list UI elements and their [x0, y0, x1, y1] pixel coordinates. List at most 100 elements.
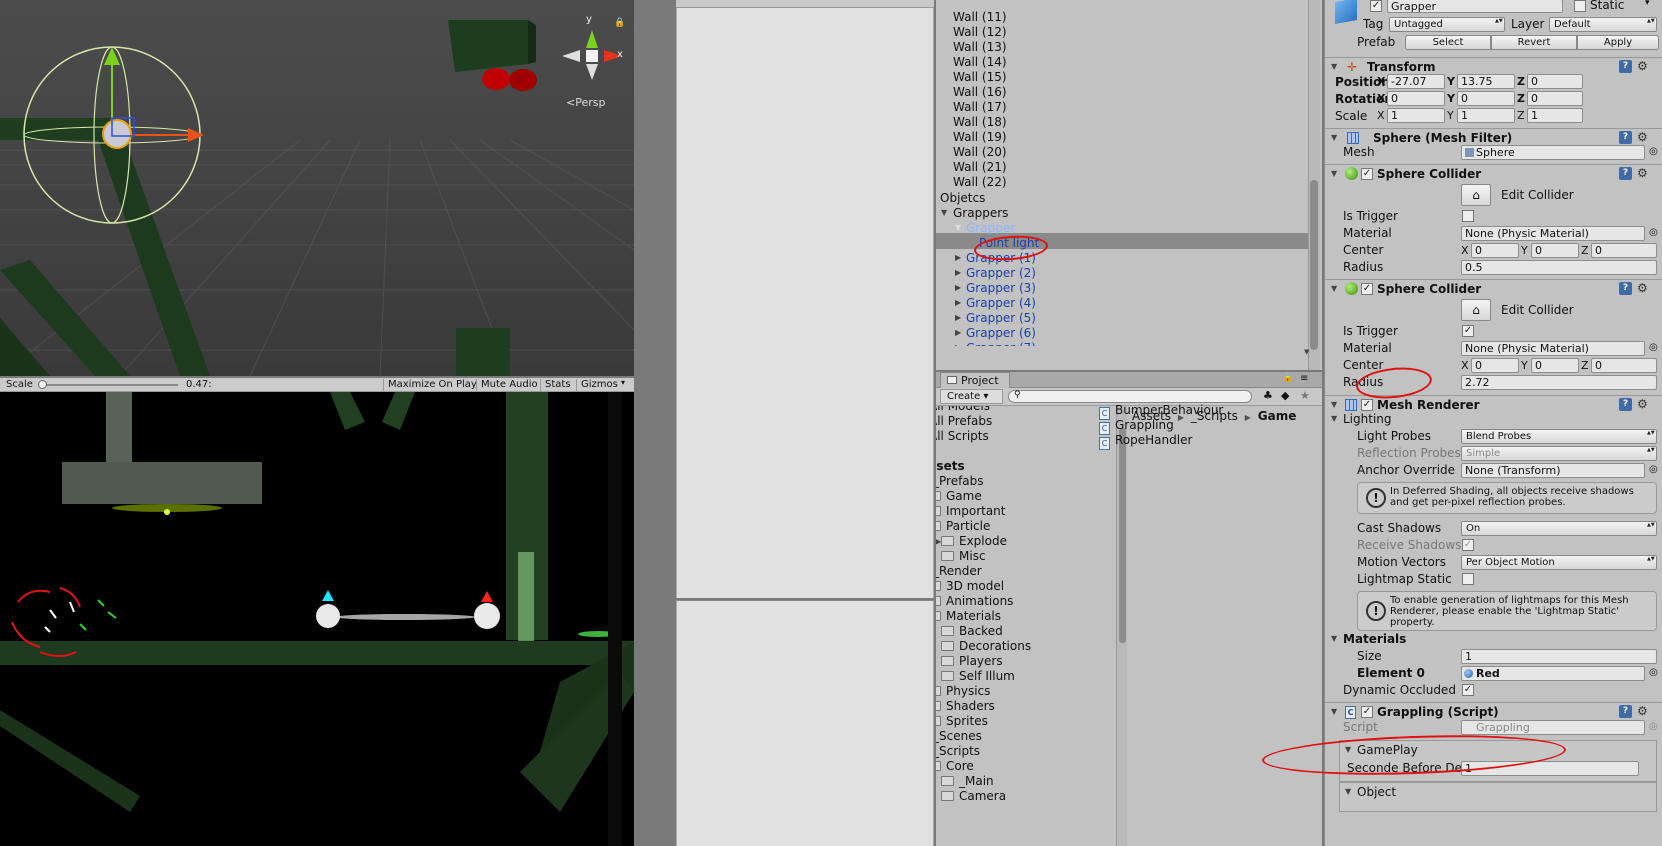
lock-icon[interactable]: 🔒 — [1282, 373, 1293, 383]
project-folder-item[interactable]: Backed — [941, 623, 1003, 639]
hierarchy-scroll-thumb[interactable] — [1310, 180, 1318, 350]
foldout-arrow-icon[interactable]: ▶ — [955, 340, 961, 346]
foldout-arrow-icon[interactable]: ▶ — [955, 265, 961, 281]
inspector-transform-pos-x-field[interactable]: -27.07 — [1387, 74, 1445, 89]
breadcrumb-game[interactable]: Game — [1258, 409, 1297, 423]
project-folder-item[interactable]: _Main — [941, 773, 994, 789]
cast-shadows-dropdown[interactable]: On — [1461, 521, 1657, 536]
inspector-transform-rot-y-field[interactable]: 0 — [1457, 91, 1515, 106]
project-folder-item[interactable]: Self Illum — [941, 668, 1015, 684]
project-scroll-thumb[interactable] — [1119, 428, 1126, 643]
layer-dropdown[interactable]: Default — [1549, 17, 1657, 32]
gear-icon[interactable]: ⚙ — [1637, 131, 1648, 144]
project-folder-item[interactable]: 3D model — [936, 578, 1004, 594]
object-foldout-icon[interactable]: ▼ — [1345, 787, 1351, 796]
collider-2-enabled-checkbox[interactable]: ✓ — [1361, 283, 1373, 295]
project-folder-item[interactable]: Game — [936, 488, 982, 504]
foldout-arrow-icon[interactable]: ▶ — [955, 325, 961, 341]
project-folder-item[interactable]: Physics — [936, 683, 990, 699]
hierarchy-item[interactable]: Wall (20) — [953, 144, 1007, 160]
hierarchy-item[interactable]: Wall (17) — [953, 99, 1007, 115]
inspector-transform-rot-z-field[interactable]: 0 — [1527, 91, 1583, 106]
project-folder-item[interactable]: Explode — [941, 533, 1007, 549]
gizmos-button[interactable]: Gizmos — [576, 379, 622, 393]
is-trigger-2-checkbox[interactable]: ✓ — [1462, 325, 1474, 337]
hierarchy-item[interactable]: Wall (18) — [953, 114, 1007, 130]
foldout-arrow-icon[interactable]: ▼ — [955, 220, 961, 236]
hierarchy-item-grapper[interactable]: Grapper (5) — [966, 310, 1036, 326]
object-picker-icon[interactable]: ◎ — [1649, 342, 1658, 353]
receive-shadows-checkbox[interactable]: ✓ — [1462, 539, 1474, 551]
inspector-transform-pos-z-field[interactable]: 0 — [1527, 74, 1583, 89]
project-folder-item[interactable]: Important — [936, 503, 1006, 519]
foldout-arrow-icon[interactable]: ▶ — [955, 250, 961, 266]
transform-header[interactable]: ▼ ✛ Transform ? ⚙ — [1325, 57, 1662, 75]
project-folder-item[interactable]: _Prefabs — [936, 473, 984, 489]
project-folder-item[interactable]: Animations — [936, 593, 1013, 609]
object-name-field[interactable]: Grapper — [1387, 0, 1563, 13]
inspector-collider1-center-x-field[interactable]: 0 — [1471, 243, 1519, 258]
radius-2-field[interactable]: 2.72 — [1461, 375, 1657, 390]
object-picker-icon[interactable]: ◎ — [1649, 464, 1658, 475]
collider-1-enabled-checkbox[interactable]: ✓ — [1361, 168, 1373, 180]
hierarchy-item[interactable]: Wall (14) — [953, 54, 1007, 70]
hierarchy-item[interactable]: Wall (13) — [953, 39, 1007, 55]
materials-foldout-icon[interactable]: ▼ — [1331, 634, 1337, 643]
assets-folder[interactable]: Assets — [936, 458, 965, 474]
favorite-star-icon[interactable]: ★ — [1300, 389, 1310, 402]
prefab-revert-button[interactable]: Revert — [1491, 35, 1577, 50]
material-1-field[interactable]: None (Physic Material) — [1461, 226, 1645, 241]
hierarchy-item[interactable]: Wall (19) — [953, 129, 1007, 145]
project-folder-item[interactable]: Particle — [936, 518, 990, 534]
mesh-field[interactable]: Sphere — [1461, 145, 1645, 160]
foldout-arrow-icon[interactable]: ▶ — [955, 295, 961, 311]
project-folder-item[interactable]: Camera — [941, 788, 1006, 804]
inspector-collider2-center-z-field[interactable]: 0 — [1591, 358, 1657, 373]
tag-dropdown[interactable]: Untagged — [1389, 17, 1505, 32]
hierarchy-item[interactable]: Wall (11) — [953, 9, 1007, 25]
reflection-probes-dropdown[interactable]: Simple — [1461, 446, 1657, 461]
inspector-transform-scl-x-field[interactable]: 1 — [1387, 108, 1445, 123]
project-folder-item[interactable]: _Scenes — [936, 728, 982, 744]
grappling-script-header[interactable]: ▼ C ✓ Grappling (Script) ? ⚙ — [1325, 702, 1662, 720]
filter-by-label-icon[interactable]: ◆ — [1281, 389, 1289, 402]
lighting-foldout-icon[interactable]: ▼ — [1331, 414, 1337, 423]
motion-vectors-dropdown[interactable]: Per Object Motion — [1461, 555, 1657, 570]
script-file-item[interactable]: C BumperBehaviour — [1099, 402, 1223, 420]
inspector-collider1-center-z-field[interactable]: 0 — [1591, 243, 1657, 258]
help-icon[interactable]: ? — [1619, 398, 1632, 411]
light-probes-dropdown[interactable]: Blend Probes — [1461, 429, 1657, 444]
project-folder-item[interactable]: Materials — [936, 608, 1001, 624]
gear-icon[interactable]: ⚙ — [1637, 705, 1648, 718]
inspector-transform-rot-x-field[interactable]: 0 — [1387, 91, 1445, 106]
game-view[interactable] — [0, 392, 634, 846]
prefab-apply-button[interactable]: Apply — [1577, 35, 1659, 50]
object-picker-icon[interactable]: ◎ — [1649, 146, 1658, 157]
static-checkbox[interactable] — [1574, 0, 1586, 12]
radius-1-field[interactable]: 0.5 — [1461, 260, 1657, 275]
foldout-arrow-icon[interactable]: ▼ — [1331, 396, 1337, 414]
element-0-field[interactable]: Red — [1461, 666, 1645, 681]
hierarchy-scroll-down-icon[interactable]: ▼ — [1304, 348, 1309, 356]
help-icon[interactable]: ? — [1619, 282, 1632, 295]
object-picker-icon[interactable]: ◎ — [1649, 667, 1658, 678]
foldout-arrow-icon[interactable]: ▼ — [1331, 280, 1337, 298]
inspector-transform-scl-y-field[interactable]: 1 — [1457, 108, 1515, 123]
mute-audio-button[interactable]: Mute Audio — [476, 379, 542, 393]
hierarchy-item-grapper[interactable]: Grapper (2) — [966, 265, 1036, 281]
foldout-arrow-icon[interactable]: ▶ — [955, 280, 961, 296]
favorite-item[interactable]: All Scripts — [936, 428, 989, 444]
hierarchy-item-grapper-selected[interactable]: Grapper — [966, 220, 1015, 236]
lightmap-static-checkbox[interactable] — [1462, 573, 1474, 585]
edit-collider-2-button[interactable]: ⌂ — [1461, 299, 1491, 321]
maximize-on-play-button[interactable]: Maximize On Play — [383, 379, 481, 393]
edit-collider-1-button[interactable]: ⌂ — [1461, 184, 1491, 206]
is-trigger-1-checkbox[interactable] — [1462, 210, 1474, 222]
mesh-renderer-enabled-checkbox[interactable]: ✓ — [1361, 399, 1373, 411]
inspector-transform-scl-z-field[interactable]: 1 — [1527, 108, 1583, 123]
foldout-arrow-icon[interactable]: ▼ — [1331, 165, 1337, 183]
foldout-arrow-icon[interactable]: ▼ — [941, 205, 947, 221]
scale-slider-thumb[interactable] — [38, 380, 47, 389]
stats-button[interactable]: Stats — [540, 379, 575, 393]
project-folder-item[interactable]: Core — [936, 758, 974, 774]
